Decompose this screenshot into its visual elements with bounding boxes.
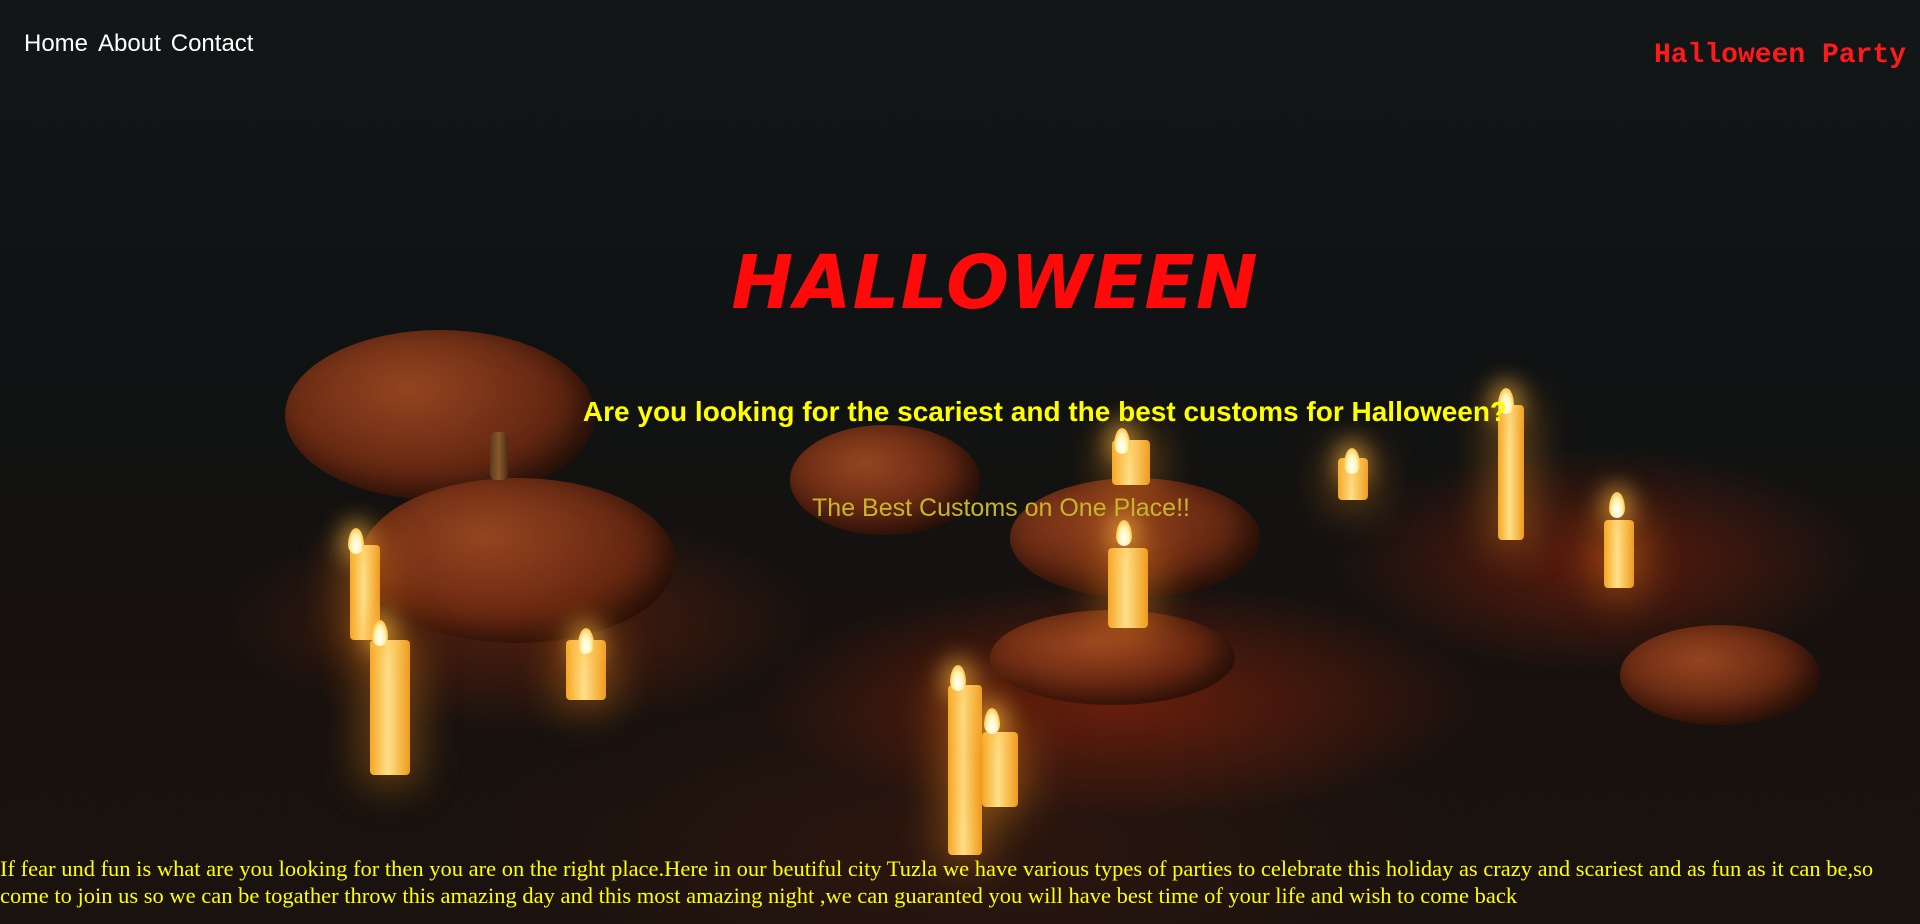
- site-brand: Halloween Party: [1653, 40, 1906, 71]
- candle-decoration: [1108, 548, 1148, 628]
- hero-subtitle: Are you looking for the scariest and the…: [582, 396, 1508, 427]
- candle-decoration: [948, 685, 982, 855]
- pumpkin-decoration: [1620, 625, 1820, 725]
- candle-decoration: [982, 732, 1018, 807]
- hero-title: HALLOWEEN: [731, 240, 1259, 326]
- flame-decoration: [1344, 448, 1360, 474]
- hero-tagline: The Best Customs on One Place!!: [812, 494, 1190, 522]
- intro-paragraph: If fear und fun is what are you looking …: [0, 856, 1874, 908]
- flame-decoration: [578, 628, 594, 654]
- candle-decoration: [370, 640, 410, 775]
- nav-link-about[interactable]: About: [98, 30, 161, 58]
- nav-link-home[interactable]: Home: [24, 30, 88, 58]
- flame-decoration: [1114, 428, 1130, 454]
- candle-decoration: [1604, 520, 1634, 588]
- pumpkin-stem-decoration: [490, 432, 508, 480]
- flame-decoration: [984, 708, 1000, 734]
- nav-link-contact[interactable]: Contact: [171, 30, 254, 58]
- flame-decoration: [950, 665, 966, 691]
- flame-decoration: [1116, 520, 1132, 546]
- flame-decoration: [348, 528, 364, 554]
- flame-decoration: [372, 620, 388, 646]
- main-nav: Home About Contact: [24, 30, 253, 58]
